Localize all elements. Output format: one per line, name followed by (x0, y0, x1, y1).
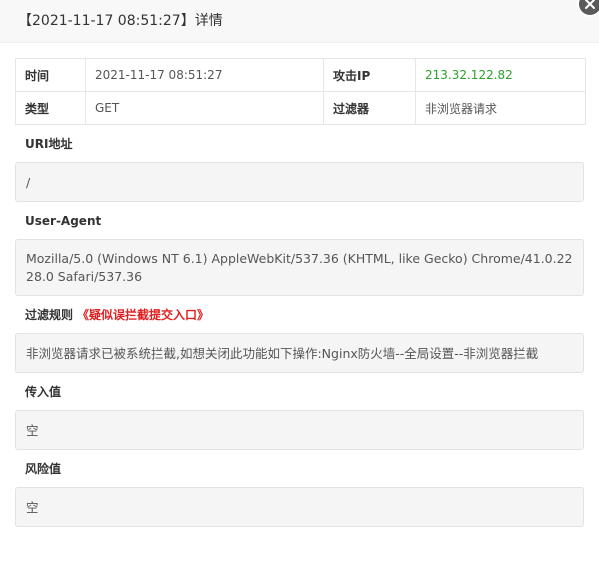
filter-label: 过滤器 (323, 91, 416, 125)
table-row: 类型 GET 过滤器 非浏览器请求 (15, 91, 586, 125)
input-value-label: 传入值 (25, 385, 62, 399)
false-positive-report-link[interactable]: 《疑似误拦截提交入口》 (77, 308, 209, 322)
ip-label: 攻击IP (323, 58, 416, 92)
input-value-box: 空 (15, 410, 584, 450)
summary-table: 时间 2021-11-17 08:51:27 攻击IP 213.32.122.8… (15, 58, 586, 125)
filter-rule-value-box: 非浏览器请求已被系统拦截,如想关闭此功能如下操作:Nginx防火墙--全局设置-… (15, 333, 584, 373)
dialog-title: 【2021-11-17 08:51:27】详情 (0, 0, 599, 43)
user-agent-value-box: Mozilla/5.0 (Windows NT 6.1) AppleWebKit… (15, 239, 584, 296)
uri-label: URI地址 (25, 137, 73, 151)
type-label: 类型 (15, 91, 86, 125)
detail-dialog: 【2021-11-17 08:51:27】详情 时间 2021-11-17 08… (0, 0, 599, 587)
ip-value: 213.32.122.82 (415, 58, 586, 92)
filter-rule-label-row: 过滤规则 《疑似误拦截提交入口》 (15, 307, 584, 323)
user-agent-label: User-Agent (25, 214, 102, 228)
time-label: 时间 (15, 58, 86, 92)
risk-value-box: 空 (15, 487, 584, 527)
close-icon (585, 0, 595, 9)
filter-rule-label: 过滤规则 (25, 308, 74, 322)
filter-value: 非浏览器请求 (415, 91, 586, 125)
close-button[interactable] (577, 0, 599, 17)
uri-value-box: / (15, 162, 584, 202)
table-row: 时间 2021-11-17 08:51:27 攻击IP 213.32.122.8… (15, 58, 586, 92)
risk-value-label: 风险值 (25, 462, 62, 476)
type-value: GET (85, 91, 324, 125)
dialog-content: 时间 2021-11-17 08:51:27 攻击IP 213.32.122.8… (0, 43, 599, 527)
time-value: 2021-11-17 08:51:27 (85, 58, 324, 92)
